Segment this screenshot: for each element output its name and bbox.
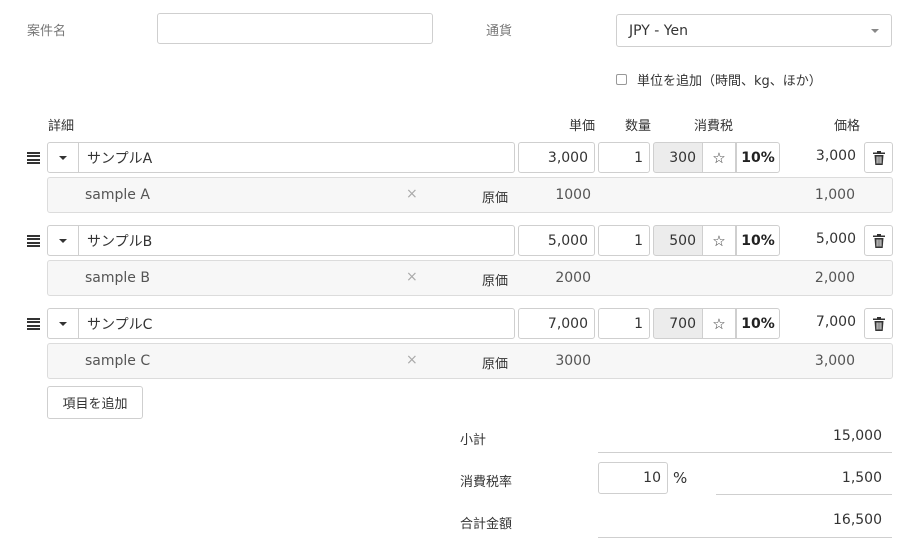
column-price: 価格 <box>834 119 861 134</box>
item-name-input[interactable]: サンプルA <box>78 142 515 173</box>
item-cost-total: 1,000 <box>814 187 855 203</box>
total-divider <box>598 537 892 538</box>
clear-icon[interactable]: × <box>406 269 418 285</box>
caret-down-icon <box>59 321 67 326</box>
item-detail-row: sample C × 原価 3000 3,000 <box>47 343 893 379</box>
trash-icon <box>872 316 885 331</box>
item-cost-total: 2,000 <box>814 270 855 286</box>
cost-label: 原価 <box>482 357 509 372</box>
cost-label: 原価 <box>482 274 509 289</box>
item-cost[interactable]: 2000 <box>538 270 591 286</box>
subtotal-value: 15,000 <box>833 428 882 444</box>
item-tax-rate[interactable]: 10% <box>736 308 780 339</box>
star-icon[interactable]: ☆ <box>702 142 736 173</box>
column-unit-price: 単価 <box>569 119 596 134</box>
item-tax-rate[interactable]: 10% <box>736 142 780 173</box>
tax-rate-unit: % <box>673 469 688 487</box>
delete-item-button[interactable] <box>864 308 893 339</box>
item-name-input[interactable]: サンプルC <box>78 308 515 339</box>
total-value: 16,500 <box>833 512 882 528</box>
clear-icon[interactable]: × <box>406 186 418 202</box>
item-menu-button[interactable] <box>47 225 79 256</box>
item-cost[interactable]: 1000 <box>538 187 591 203</box>
tax-divider <box>716 494 892 495</box>
item-tax-amount: 500 <box>653 225 703 256</box>
trash-icon <box>872 233 885 248</box>
item-unit-price-input[interactable]: 5,000 <box>518 225 595 256</box>
item-quantity-input[interactable]: 1 <box>598 308 650 339</box>
cost-label: 原価 <box>482 191 509 206</box>
item-price: 5,000 <box>815 231 856 247</box>
item-price: 7,000 <box>815 314 856 330</box>
currency-selected-value: JPY - Yen <box>629 22 688 39</box>
add-item-button[interactable]: 項目を追加 <box>47 386 143 419</box>
column-quantity: 数量 <box>625 119 652 134</box>
item-description[interactable]: sample A <box>85 187 150 203</box>
chevron-down-icon <box>871 29 879 33</box>
project-name-input[interactable] <box>157 13 433 44</box>
item-menu-button[interactable] <box>47 308 79 339</box>
item-price: 3,000 <box>815 148 856 164</box>
item-detail-row: sample B × 原価 2000 2,000 <box>47 260 893 296</box>
drag-handle-icon[interactable] <box>27 318 40 330</box>
tax-rate-label: 消費税率 <box>460 475 513 490</box>
project-name-label: 案件名 <box>27 24 67 39</box>
item-cost-total: 3,000 <box>814 353 855 369</box>
item-tax-amount: 700 <box>653 308 703 339</box>
trash-icon <box>872 150 885 165</box>
currency-select[interactable]: JPY - Yen <box>616 14 892 47</box>
delete-item-button[interactable] <box>864 225 893 256</box>
item-detail-row: sample A × 原価 1000 1,000 <box>47 177 893 213</box>
item-cost[interactable]: 3000 <box>538 353 591 369</box>
item-tax-rate[interactable]: 10% <box>736 225 780 256</box>
add-unit-label: 単位を追加（時間、kg、ほか） <box>637 74 822 89</box>
caret-down-icon <box>59 155 67 160</box>
caret-down-icon <box>59 238 67 243</box>
item-quantity-input[interactable]: 1 <box>598 225 650 256</box>
drag-handle-icon[interactable] <box>27 152 40 164</box>
subtotal-divider <box>598 452 892 453</box>
column-tax: 消費税 <box>694 119 734 134</box>
item-menu-button[interactable] <box>47 142 79 173</box>
currency-label: 通貨 <box>486 24 513 39</box>
clear-icon[interactable]: × <box>406 352 418 368</box>
item-description[interactable]: sample B <box>85 270 150 286</box>
tax-rate-input[interactable]: 10 <box>598 462 668 494</box>
add-unit-checkbox[interactable] <box>616 74 627 85</box>
subtotal-label: 小計 <box>460 433 487 448</box>
item-name-input[interactable]: サンプルB <box>78 225 515 256</box>
delete-item-button[interactable] <box>864 142 893 173</box>
star-icon[interactable]: ☆ <box>702 225 736 256</box>
item-unit-price-input[interactable]: 7,000 <box>518 308 595 339</box>
item-description[interactable]: sample C <box>85 353 150 369</box>
tax-value: 1,500 <box>841 470 882 486</box>
item-tax-amount: 300 <box>653 142 703 173</box>
star-icon[interactable]: ☆ <box>702 308 736 339</box>
item-quantity-input[interactable]: 1 <box>598 142 650 173</box>
column-detail: 詳細 <box>48 119 75 134</box>
item-unit-price-input[interactable]: 3,000 <box>518 142 595 173</box>
drag-handle-icon[interactable] <box>27 235 40 247</box>
total-label: 合計金額 <box>460 517 513 532</box>
